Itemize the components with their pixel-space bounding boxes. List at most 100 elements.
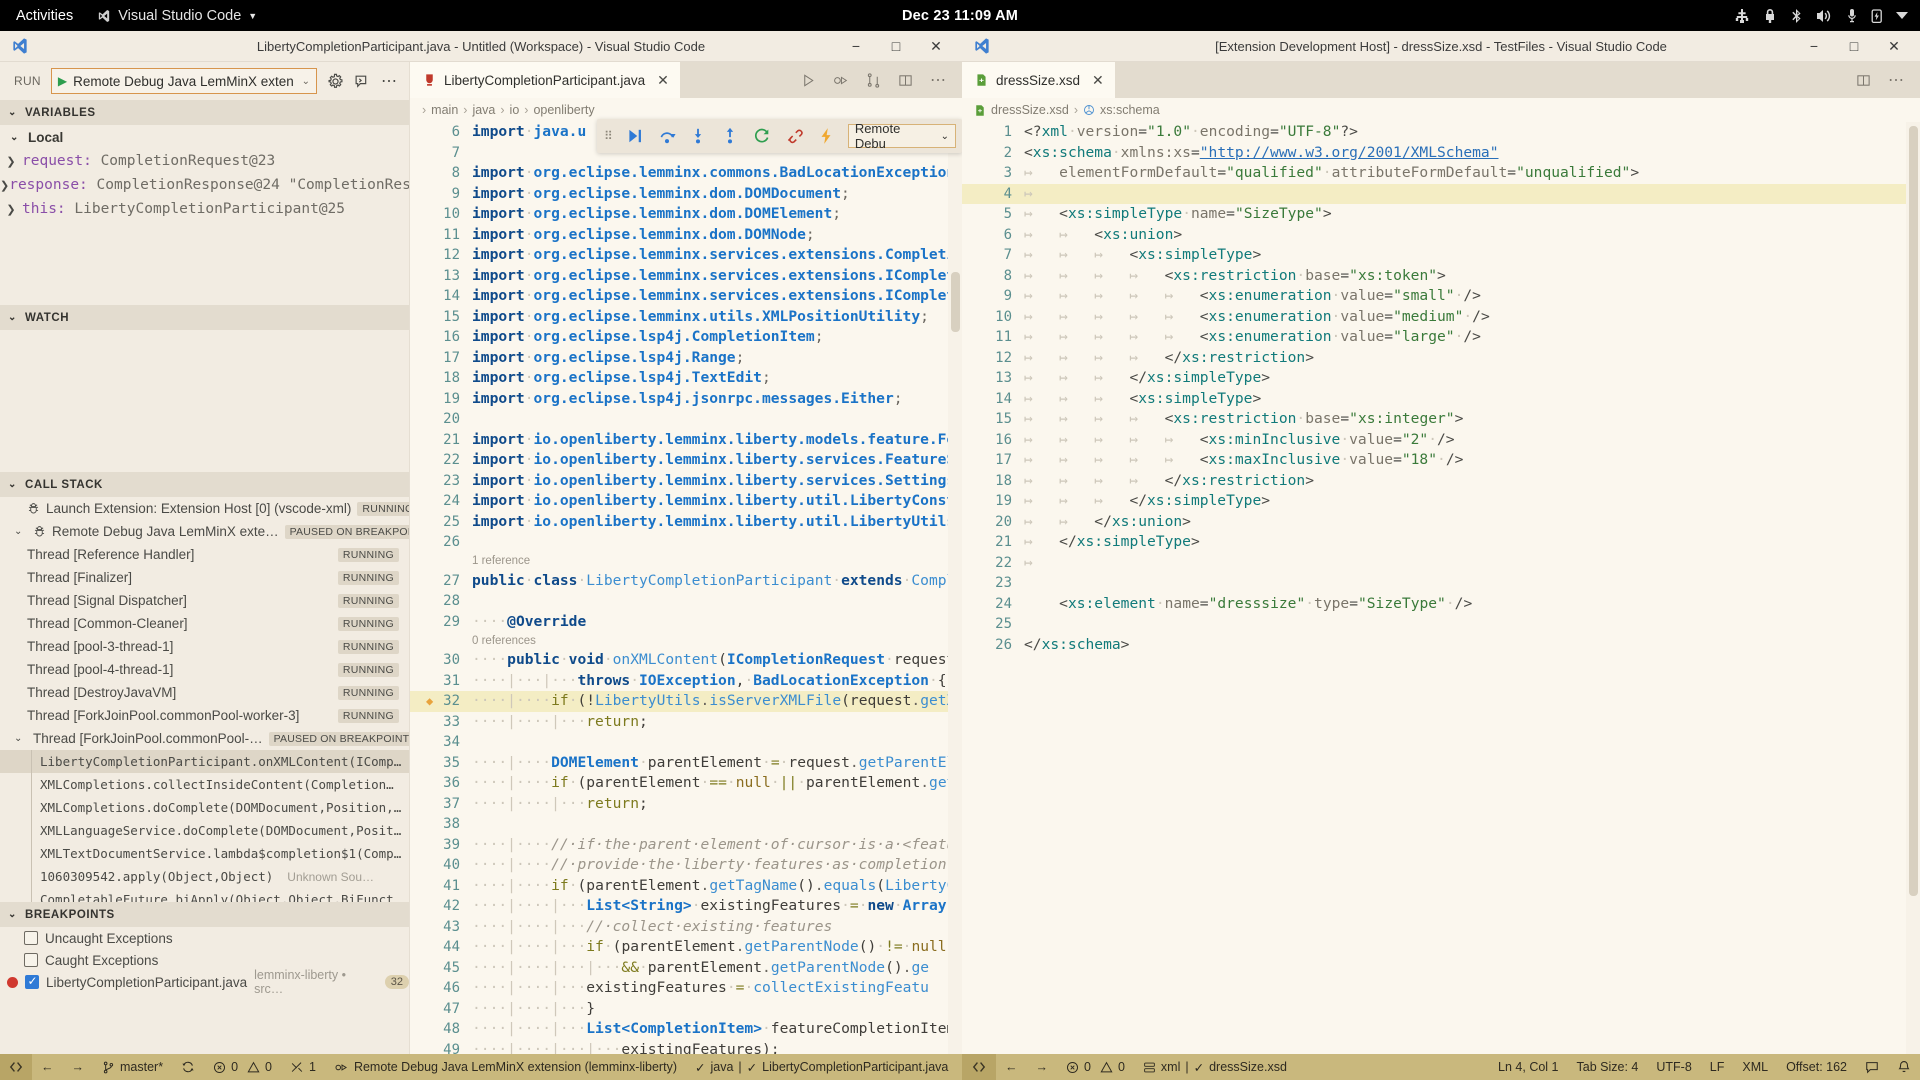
close-icon[interactable]: ✕ — [657, 72, 669, 89]
codelens-reference[interactable]: 0 references — [410, 632, 962, 650]
xml-code-viewport[interactable]: 1 <?xml·version="1.0"·encoding="UTF-8"?> 2… — [962, 122, 1920, 1080]
code-line[interactable]: 46 ····|····|···existingFeatures·=·collec… — [410, 978, 962, 999]
code-line[interactable]: 10 import·org.eclipse.lemminx.dom.DOMElem… — [410, 204, 962, 225]
xml-editor-scrollbar[interactable] — [1906, 122, 1920, 1080]
code-line[interactable]: 38 — [410, 814, 962, 835]
code-line[interactable]: 27 public·class·LibertyCompletionParticip… — [410, 571, 962, 592]
code-line[interactable]: 4 ↦ — [962, 183, 1920, 204]
gear-icon[interactable] — [327, 73, 344, 90]
code-line[interactable]: 9 import·org.eclipse.lemminx.dom.DOMDocum… — [410, 184, 962, 205]
split-editor-icon[interactable] — [898, 73, 913, 88]
code-line[interactable]: 40 ····|····//·provide·the·liberty·featur… — [410, 855, 962, 876]
code-line[interactable]: 11 import·org.eclipse.lemminx.dom.DOMNode… — [410, 225, 962, 246]
close-button[interactable]: ✕ — [916, 32, 956, 60]
code-line[interactable]: 20 — [410, 409, 962, 430]
java-code-viewport[interactable]: 6 import·java.u 7 8 import·org.eclipse.lemm… — [410, 122, 962, 1080]
statusbar-language-mode[interactable]: XML — [1733, 1054, 1777, 1080]
code-line[interactable]: 15 ↦ ↦ ↦ ↦ <xs:restriction·base="xs:integ… — [962, 409, 1920, 430]
code-line[interactable]: 8 ↦ ↦ ↦ ↦ <xs:restriction·base="xs:token"… — [962, 266, 1920, 287]
code-line[interactable]: 48 ····|····|···List<CompletionItem>·feat… — [410, 1019, 962, 1040]
code-line[interactable]: 16 import·org.eclipse.lsp4j.CompletionIte… — [410, 327, 962, 348]
code-line[interactable]: 24 import·io.openliberty.lemminx.liberty.… — [410, 491, 962, 512]
breadcrumb-item[interactable]: openliberty — [533, 103, 594, 117]
code-line[interactable]: 15 import·org.eclipse.lemminx.utils.XMLPo… — [410, 307, 962, 328]
close-button[interactable]: ✕ — [1874, 32, 1914, 60]
callstack-thread-row[interactable]: Thread [pool-3-thread-1] RUNNING — [0, 635, 409, 658]
code-line[interactable]: 3 ↦ elementFormDefault="qualified"·attrib… — [962, 163, 1920, 184]
statusbar-problems[interactable]: 0 0 — [204, 1054, 281, 1080]
breadcrumb-item[interactable]: xs:schema — [1100, 103, 1160, 117]
variable-row[interactable]: ❯ request: CompletionRequest@23 — [0, 149, 409, 173]
callstack-thread-row[interactable]: Thread [Signal Dispatcher] RUNNING — [0, 589, 409, 612]
maximize-button[interactable]: □ — [1834, 32, 1874, 60]
breadcrumb-item[interactable]: dressSize.xsd — [991, 103, 1069, 117]
code-line[interactable]: 22 import·io.openliberty.lemminx.liberty.… — [410, 450, 962, 471]
code-line[interactable]: 23 — [962, 573, 1920, 594]
remote-window-icon[interactable] — [962, 1054, 996, 1080]
code-line[interactable]: 9 ↦ ↦ ↦ ↦ ↦ <xs:enumeration·value="small"… — [962, 286, 1920, 307]
step-over-icon[interactable] — [651, 121, 683, 151]
code-line[interactable]: 13 ↦ ↦ ↦ </xs:simpleType> — [962, 368, 1920, 389]
watch-pane-header[interactable]: ⌄ WATCH — [0, 305, 409, 330]
code-line[interactable]: 12 import·org.eclipse.lemminx.services.ex… — [410, 245, 962, 266]
editor-tab-java[interactable]: LibertyCompletionParticipant.java ✕ — [410, 62, 681, 98]
callstack-thread-row[interactable]: Thread [ForkJoinPool.commonPool-worker-3… — [0, 704, 409, 727]
statusbar-forward-button[interactable]: → — [63, 1054, 94, 1080]
statusbar-branch[interactable]: master* — [93, 1054, 172, 1080]
callstack-frame-row[interactable]: XMLCompletions.collectInsideContent(Comp… — [0, 773, 409, 796]
debug-session-selector[interactable]: Remote Debu ⌄ — [847, 121, 956, 151]
restart-icon[interactable] — [746, 121, 778, 151]
run-debug-icon[interactable] — [833, 73, 849, 88]
code-line[interactable]: 44 ····|····|···if·(parentElement.getPare… — [410, 937, 962, 958]
chevron-right-icon[interactable]: ❯ — [0, 155, 22, 168]
callstack-thread-row[interactable]: Thread [Common-Cleaner] RUNNING — [0, 612, 409, 635]
breakpoint-checkbox[interactable] — [25, 974, 39, 989]
codelens-label[interactable]: 0 references — [472, 631, 536, 652]
code-line[interactable]: 42 ····|····|···List<String>·existingFeat… — [410, 896, 962, 917]
more-actions-icon[interactable]: ⋯ — [930, 70, 946, 90]
breadcrumb-item[interactable]: io — [510, 103, 520, 117]
code-line[interactable]: 17 import·org.eclipse.lsp4j.Range; — [410, 348, 962, 369]
statusbar-back-button[interactable]: ← — [996, 1054, 1027, 1080]
callstack-thread-row[interactable]: Thread [Reference Handler] RUNNING — [0, 543, 409, 566]
debug-configuration-dropdown[interactable]: ▶ Remote Debug Java LemMinX exten ⌄ — [50, 68, 317, 94]
statusbar-sync[interactable] — [172, 1054, 204, 1080]
statusbar-forward-button[interactable]: → — [1027, 1054, 1058, 1080]
chevron-down-icon[interactable]: ⌄ — [14, 526, 27, 537]
breakpoint-marker-icon[interactable]: ◆ — [426, 691, 433, 712]
statusbar-back-button[interactable]: ← — [32, 1054, 63, 1080]
remote-window-icon[interactable] — [0, 1054, 32, 1080]
editor-scrollbar[interactable] — [948, 122, 962, 1080]
callstack-thread-row[interactable]: Thread [Finalizer] RUNNING — [0, 566, 409, 589]
code-line[interactable]: 14 import·org.eclipse.lemminx.services.ex… — [410, 286, 962, 307]
code-line[interactable]: 21 import·io.openliberty.lemminx.liberty.… — [410, 430, 962, 451]
chevron-down-icon[interactable]: ⌄ — [14, 733, 27, 744]
chevron-down-icon[interactable] — [1896, 12, 1908, 19]
statusbar-cursor-position[interactable]: Ln 4, Col 1 — [1489, 1054, 1567, 1080]
code-line[interactable]: 1 <?xml·version="1.0"·encoding="UTF-8"?> — [962, 122, 1920, 143]
drag-handle-icon[interactable]: ⠿ — [601, 129, 619, 143]
callstack-pane-header[interactable]: ⌄ CALL STACK — [0, 472, 409, 497]
code-line[interactable]: 45 ····|····|···|···&&·parentElement.getP… — [410, 958, 962, 979]
app-menu-button[interactable]: Visual Studio Code ▼ — [87, 8, 267, 24]
code-line[interactable]: 16 ↦ ↦ ↦ ↦ ↦ <xs:minInclusive·value="2"·/… — [962, 430, 1920, 451]
code-line[interactable]: 28 — [410, 591, 962, 612]
breakpoint-row[interactable]: LibertyCompletionParticipant.java lemminx… — [0, 968, 409, 993]
code-line[interactable]: 17 ↦ ↦ ↦ ↦ ↦ <xs:maxInclusive·value="18"·… — [962, 450, 1920, 471]
callstack-frame-row[interactable]: LibertyCompletionParticipant.onXMLConten… — [0, 750, 409, 773]
maximize-button[interactable]: □ — [876, 32, 916, 60]
code-line[interactable]: 18 ↦ ↦ ↦ ↦ </xs:restriction> — [962, 471, 1920, 492]
code-line[interactable]: 25 import·io.openliberty.lemminx.liberty.… — [410, 512, 962, 533]
clock[interactable]: Dec 23 11:09 AM — [902, 8, 1018, 24]
callstack-frame-row[interactable]: XMLTextDocumentService.lambda$completion… — [0, 842, 409, 865]
code-line[interactable]: 22 ↦ — [962, 553, 1920, 574]
callstack-frame-row[interactable]: XMLCompletions.doComplete(DOMDocument,Po… — [0, 796, 409, 819]
code-line[interactable]: 41 ····|····if·(parentElement.getTagName(… — [410, 876, 962, 897]
breakpoint-checkbox[interactable] — [24, 931, 38, 945]
code-line[interactable]: 31 ····|···|···throws·IOException,·BadLoc… — [410, 671, 962, 692]
code-line[interactable]: 21 ↦ </xs:simpleType> — [962, 532, 1920, 553]
code-line[interactable]: 13 import·org.eclipse.lemminx.services.ex… — [410, 266, 962, 287]
breakpoint-row[interactable]: Uncaught Exceptions — [0, 927, 409, 949]
scrollbar-thumb[interactable] — [1909, 126, 1918, 896]
code-line[interactable]: 29 ····@Override — [410, 612, 962, 633]
